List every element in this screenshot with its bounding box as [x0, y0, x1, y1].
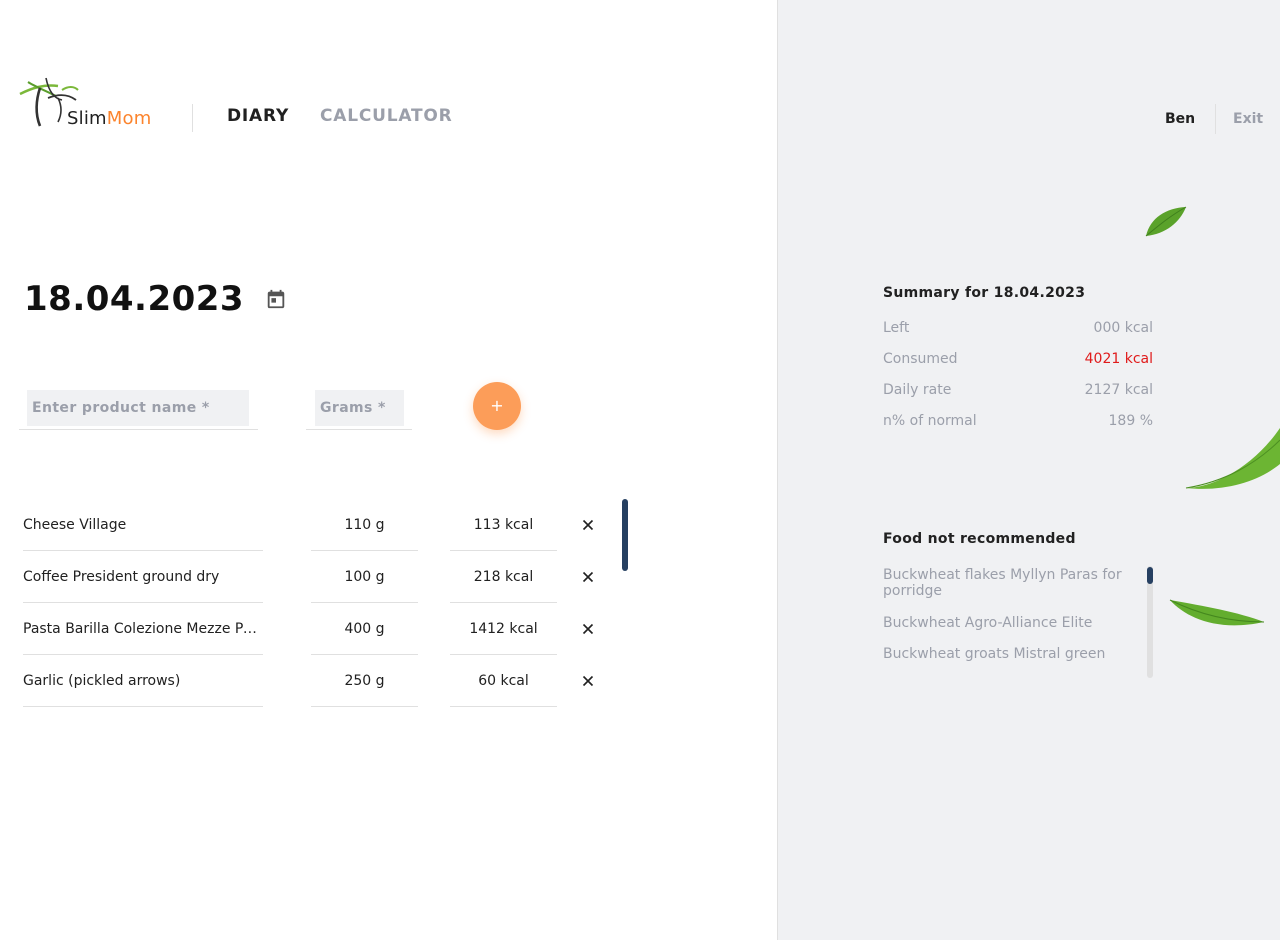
close-icon[interactable] — [578, 671, 598, 691]
logo-text-mom: Mom — [106, 108, 152, 129]
close-icon[interactable] — [578, 515, 598, 535]
summary-percent-value: 189 % — [1108, 413, 1153, 429]
summary-percent-normal: n% of normal 189 % — [883, 413, 1153, 433]
summary-consumed-value: 4021 kcal — [1084, 351, 1153, 367]
diary-scrollbar-thumb[interactable] — [622, 499, 628, 571]
product-grams: 250 g — [311, 655, 418, 707]
logo-text-slim: Slim — [67, 108, 107, 129]
summary-left-label: Left — [883, 320, 910, 336]
summary-left: Left 000 kcal — [883, 320, 1153, 340]
header-divider — [192, 104, 193, 132]
leaf-icon — [1185, 428, 1280, 489]
product-name: Garlic (pickled arrows) — [23, 655, 263, 707]
diary-date: 18.04.2023 — [24, 279, 245, 319]
summary-daily-rate-label: Daily rate — [883, 382, 952, 398]
user-name: Ben — [1165, 111, 1196, 127]
product-grams: 100 g — [311, 551, 418, 603]
leaf-icon — [1169, 599, 1265, 626]
nav-calculator[interactable]: CALCULATOR — [320, 106, 453, 126]
product-name: Coffee President ground dry — [23, 551, 263, 603]
not-recommended-title: Food not recommended — [883, 531, 1076, 547]
list-item: Buckwheat groats Mistral green — [883, 646, 1106, 662]
product-kcal: 60 kcal — [450, 655, 557, 707]
product-grams: 400 g — [311, 603, 418, 655]
summary-daily-rate: Daily rate 2127 kcal — [883, 382, 1153, 402]
calendar-icon[interactable] — [265, 288, 287, 310]
product-kcal: 1412 kcal — [450, 603, 557, 655]
summary-consumed: Consumed 4021 kcal — [883, 351, 1153, 371]
add-product-button[interactable]: + — [473, 382, 521, 430]
summary-consumed-label: Consumed — [883, 351, 958, 367]
list-item: Buckwheat flakes Myllyn Paras for porrid… — [883, 567, 1122, 599]
summary-percent-label: n% of normal — [883, 413, 977, 429]
diary-row: Cheese Village 110 g 113 kcal — [0, 499, 620, 551]
close-icon[interactable] — [578, 619, 598, 639]
nav-diary[interactable]: DIARY — [227, 106, 289, 126]
summary-left-value: 000 kcal — [1093, 320, 1153, 336]
grams-field — [306, 384, 412, 430]
product-name: Cheese Village — [23, 499, 263, 551]
product-kcal: 113 kcal — [450, 499, 557, 551]
product-grams: 110 g — [311, 499, 418, 551]
user-divider — [1215, 104, 1216, 134]
summary-title: Summary for 18.04.2023 — [883, 285, 1086, 301]
product-name-field — [19, 384, 258, 430]
panel-divider — [777, 0, 778, 940]
logo-text: SlimMom — [67, 108, 151, 129]
product-name-input[interactable] — [27, 390, 249, 426]
summary-daily-rate-value: 2127 kcal — [1084, 382, 1153, 398]
list-item: Buckwheat Agro-Alliance Elite — [883, 615, 1093, 631]
diary-row: Garlic (pickled arrows) 250 g 60 kcal — [0, 655, 620, 707]
close-icon[interactable] — [578, 567, 598, 587]
exit-button[interactable]: Exit — [1233, 111, 1263, 127]
product-kcal: 218 kcal — [450, 551, 557, 603]
slimmom-logo[interactable]: SlimMom — [18, 76, 163, 132]
leaf-icon — [1145, 206, 1187, 237]
diary-row: Pasta Barilla Colezione Mezze Penne 400 … — [0, 603, 620, 655]
not-recommended-scrollbar-thumb[interactable] — [1147, 567, 1153, 584]
diary-row: Coffee President ground dry 100 g 218 kc… — [0, 551, 620, 603]
not-recommended-list[interactable]: Buckwheat flakes Myllyn Paras for porrid… — [883, 566, 1155, 678]
diary-product-list[interactable]: Cheese Village 110 g 113 kcal Coffee Pre… — [0, 499, 640, 709]
product-name: Pasta Barilla Colezione Mezze Penne — [23, 603, 263, 655]
grams-input[interactable] — [315, 390, 404, 426]
